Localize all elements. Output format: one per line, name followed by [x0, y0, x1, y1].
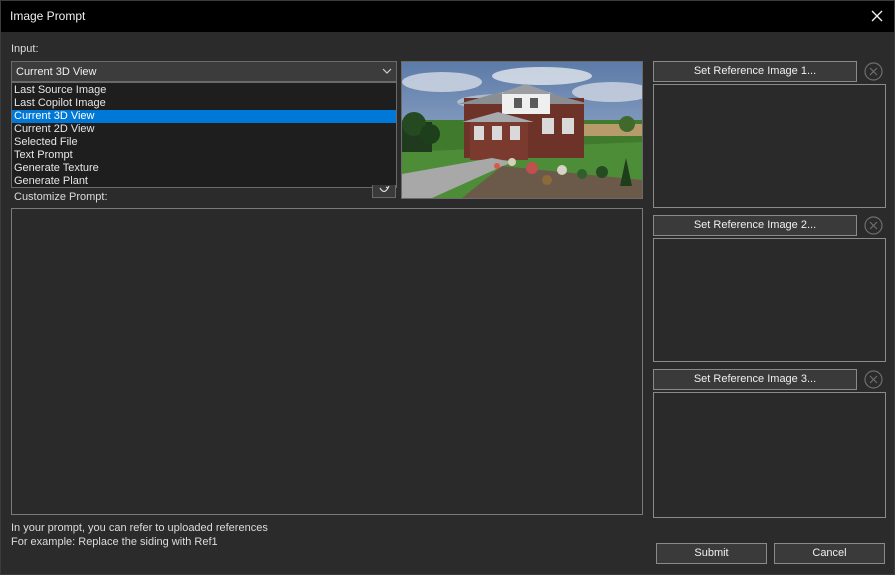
set-reference-image-1-button[interactable]: Set Reference Image 1... [653, 61, 857, 82]
hint-line-1: In your prompt, you can refer to uploade… [11, 522, 268, 534]
input-source-dropdown-list: Last Source Image Last Copilot Image Cur… [11, 82, 397, 188]
dropdown-option[interactable]: Last Copilot Image [12, 97, 396, 110]
window-title: Image Prompt [10, 9, 86, 23]
dropdown-option[interactable]: Last Source Image [12, 84, 396, 97]
clear-reference-2-icon[interactable] [863, 215, 884, 236]
input-source-value: Current 3D View [16, 66, 97, 78]
reference-image-2-slot [653, 238, 886, 362]
dropdown-option[interactable]: Generate Plant [12, 175, 396, 188]
reference-image-3-slot [653, 392, 886, 518]
set-reference-image-3-button[interactable]: Set Reference Image 3... [653, 369, 857, 390]
dropdown-option[interactable]: Text Prompt [12, 149, 396, 162]
customize-prompt-label: Customize Prompt: [14, 191, 108, 203]
reset-prompt-button[interactable] [372, 185, 396, 198]
customize-prompt-textarea[interactable] [11, 208, 643, 515]
cancel-button[interactable]: Cancel [774, 543, 885, 564]
clear-reference-3-icon[interactable] [863, 369, 884, 390]
input-preview-image [401, 61, 643, 199]
house-render-image [402, 62, 642, 198]
dropdown-option[interactable]: Current 2D View [12, 123, 396, 136]
hint-line-2: For example: Replace the siding with Ref… [11, 536, 218, 548]
input-source-select[interactable]: Current 3D View [11, 61, 397, 82]
title-bar: Image Prompt [1, 1, 894, 32]
dropdown-option[interactable]: Generate Texture [12, 162, 396, 175]
input-label: Input: [11, 43, 39, 55]
submit-button[interactable]: Submit [656, 543, 767, 564]
reference-image-1-slot [653, 84, 886, 208]
set-reference-image-2-button[interactable]: Set Reference Image 2... [653, 215, 857, 236]
dropdown-option-selected[interactable]: Current 3D View [12, 110, 396, 123]
image-prompt-dialog: Image Prompt Input: Current 3D View Last… [0, 0, 895, 575]
close-icon[interactable] [866, 5, 888, 27]
chevron-down-icon [382, 68, 392, 74]
dropdown-option[interactable]: Selected File [12, 136, 396, 149]
clear-reference-1-icon[interactable] [863, 61, 884, 82]
undo-icon [379, 185, 390, 193]
